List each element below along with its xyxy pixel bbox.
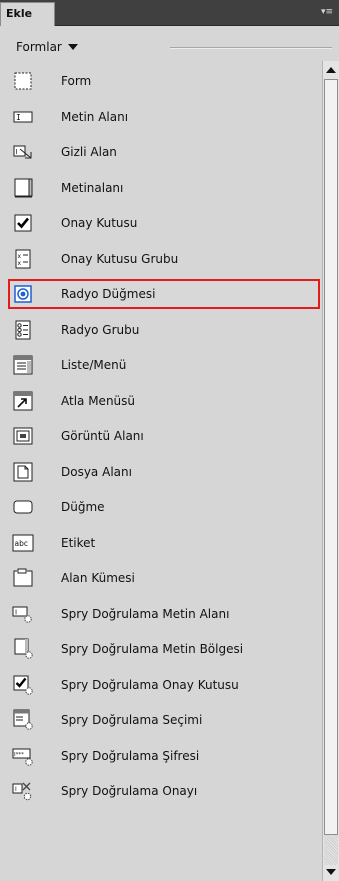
panel-header: Ekle ▾≡: [0, 0, 339, 26]
list-item[interactable]: Onay Kutusu: [8, 208, 320, 238]
list-item[interactable]: x x Onay Kutusu Grubu: [8, 244, 320, 274]
svg-text:abc: abc: [15, 539, 28, 548]
list-item[interactable]: Atla Menüsü: [8, 386, 320, 416]
arrow-down-icon: [326, 869, 336, 875]
spry-text-field-icon: I: [12, 603, 34, 625]
scroll-track[interactable]: [324, 835, 338, 865]
button-icon: [12, 496, 34, 518]
panel-options-menu-icon[interactable]: ▾≡: [321, 7, 333, 17]
scroll-thumb[interactable]: [324, 79, 338, 835]
list-item-label: Onay Kutusu Grubu: [61, 251, 179, 266]
insert-panel: Formlar Form I Metin Alanı I Gizli Alan Metin…: [0, 26, 339, 881]
svg-text:I: I: [15, 608, 17, 616]
list-item[interactable]: I*** Spry Doğrulama Şifresi: [8, 741, 320, 771]
list-item[interactable]: Alan Kümesi: [8, 563, 320, 593]
category-dropdown[interactable]: Formlar: [16, 38, 78, 56]
list-item-label: Spry Doğrulama Metin Bölgesi: [61, 642, 244, 656]
list-item[interactable]: abc Etiket: [8, 528, 320, 558]
textarea-icon: [12, 177, 34, 199]
list-item-label: Radyo Grubu: [61, 322, 140, 337]
list-item-label: Metinalanı: [61, 180, 124, 195]
spry-password-icon: I***: [12, 745, 34, 767]
list-item[interactable]: Liste/Menü: [8, 350, 320, 380]
list-item[interactable]: Spry Doğrulama Onay Kutusu: [8, 670, 320, 700]
list-item-label: Spry Doğrulama Şifresi: [61, 748, 200, 763]
list-item[interactable]: I Gizli Alan: [8, 137, 320, 167]
list-item[interactable]: I Spry Doğrulama Metin Alanı: [8, 599, 320, 629]
label-icon: abc: [12, 532, 34, 554]
spry-checkbox-icon: [12, 674, 34, 696]
list-item-label: Dosya Alanı: [61, 464, 132, 479]
spry-textarea-icon: [12, 638, 34, 660]
vertical-scrollbar[interactable]: [322, 61, 339, 881]
form-object-list: Form I Metin Alanı I Gizli Alan Metinalanı Ona…: [0, 61, 322, 881]
list-item-label: Düğme: [61, 500, 105, 514]
list-item-label: Alan Kümesi: [61, 571, 135, 585]
fieldset-icon: [12, 567, 34, 589]
spry-select-icon: [12, 709, 34, 731]
text-field-icon: I: [12, 106, 34, 128]
list-item[interactable]: Radyo Düğmesi: [8, 279, 320, 309]
svg-text:I: I: [16, 148, 18, 156]
list-item-label: Atla Menüsü: [61, 393, 136, 408]
divider: [170, 47, 332, 49]
jump-menu-icon: [12, 390, 34, 412]
category-label: Formlar: [16, 40, 62, 54]
radio-group-icon: [12, 319, 34, 341]
list-item[interactable]: I Spry Doğrulama Onayı: [8, 776, 320, 806]
scroll-up-button[interactable]: [324, 63, 338, 77]
image-field-icon: [12, 425, 34, 447]
list-item[interactable]: I Metin Alanı: [8, 102, 320, 132]
list-item[interactable]: Spry Doğrulama Seçimi: [8, 705, 320, 735]
list-item-label: Spry Doğrulama Seçimi: [61, 713, 203, 727]
list-item-label: Liste/Menü: [61, 358, 127, 372]
svg-text:I: I: [16, 113, 21, 122]
svg-text:I***: I***: [14, 752, 24, 758]
list-item[interactable]: Radyo Grubu: [8, 315, 320, 345]
arrow-up-icon: [326, 67, 336, 73]
spry-confirm-icon: I: [12, 780, 34, 802]
checkbox-group-icon: xx: [12, 248, 34, 270]
svg-text:x: x: [18, 253, 22, 260]
list-item-label: Spry Doğrulama Onayı: [61, 784, 198, 798]
svg-text:x: x: [18, 260, 22, 267]
form-icon: [12, 70, 34, 92]
list-item[interactable]: Görüntü Alanı: [8, 421, 320, 451]
hidden-field-icon: I: [12, 141, 34, 163]
file-field-icon: [12, 461, 34, 483]
list-item-label: Metin Alanı: [61, 109, 129, 124]
list-item-label: Radyo Düğmesi: [61, 287, 156, 301]
list-item[interactable]: Dosya Alanı: [8, 457, 320, 487]
tab-ekle[interactable]: Ekle: [0, 2, 55, 26]
list-item[interactable]: Metinalanı: [8, 173, 320, 203]
checkbox-icon: [12, 212, 34, 234]
list-item-label: Spry Doğrulama Onay Kutusu: [61, 677, 239, 692]
list-item-label: Form: [61, 74, 92, 88]
scroll-down-button[interactable]: [324, 865, 338, 879]
list-item[interactable]: Düğme: [8, 492, 320, 522]
svg-text:I: I: [15, 786, 17, 793]
list-item-label: Gizli Alan: [61, 145, 117, 159]
list-item[interactable]: Spry Doğrulama Metin Bölgesi: [8, 634, 320, 664]
list-menu-icon: [12, 354, 34, 376]
list-item-label: Spry Doğrulama Metin Alanı: [61, 606, 230, 621]
list-item-label: Etiket: [61, 535, 96, 550]
chevron-down-icon: [67, 44, 78, 50]
list-item-label: Onay Kutusu: [61, 216, 138, 230]
radio-button-icon: [12, 283, 34, 305]
list-item-label: Görüntü Alanı: [61, 429, 144, 443]
list-item[interactable]: Form: [8, 66, 320, 96]
